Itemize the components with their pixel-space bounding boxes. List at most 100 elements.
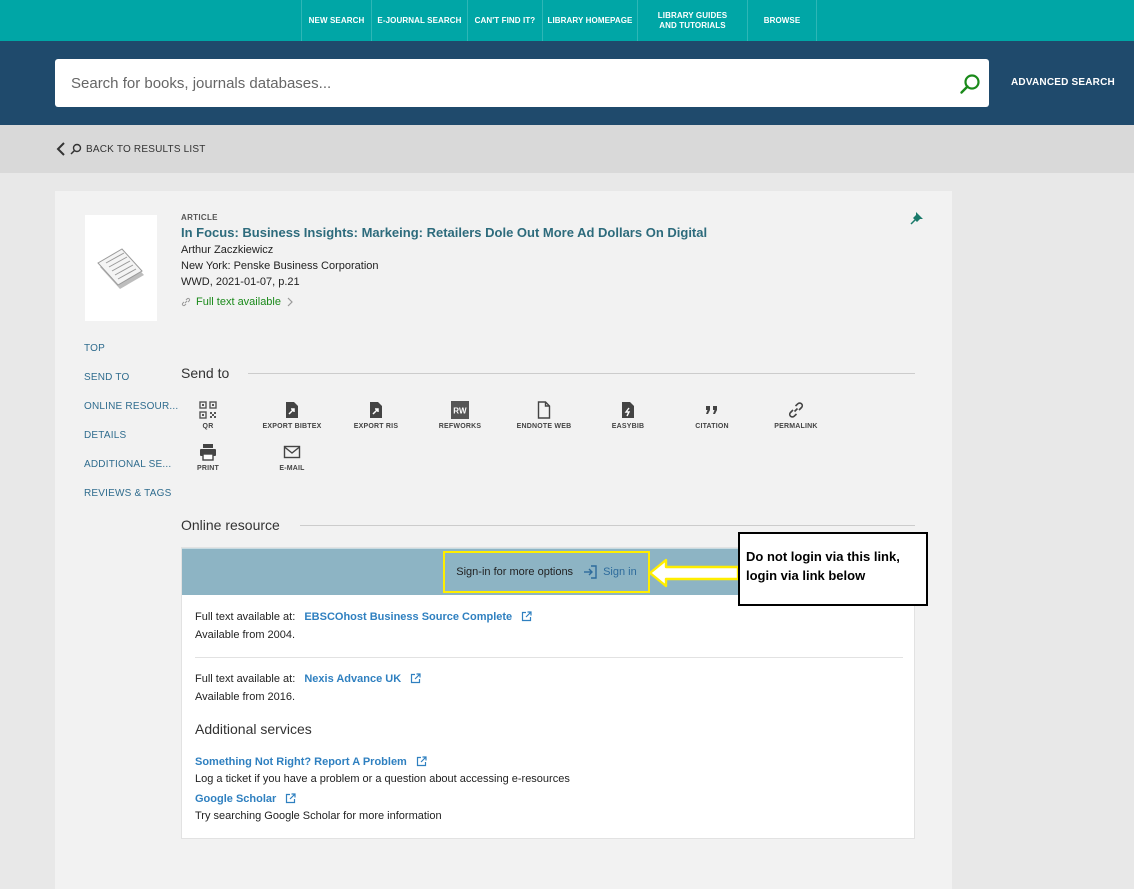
send-refworks-label: REFWORKS	[438, 423, 482, 430]
back-label: BACK TO RESULTS LIST	[86, 143, 206, 155]
resource-divider	[195, 657, 903, 658]
file-export-icon	[370, 402, 382, 418]
send-endnote-web-label: ENDNOTE WEB	[516, 423, 572, 430]
online-resource-title: Online resource	[181, 517, 280, 533]
nav-cant-find-it[interactable]: CAN'T FIND IT?	[467, 0, 542, 41]
signin-link-label: Sign in	[603, 566, 637, 578]
printer-icon	[200, 444, 216, 461]
advanced-search-link[interactable]: ADVANCED SEARCH	[1011, 77, 1115, 88]
record-thumbnail	[85, 215, 157, 321]
nav-new-search[interactable]: NEW SEARCH	[301, 0, 371, 41]
nav-library-guides[interactable]: LIBRARY GUIDES AND TUTORIALS	[637, 0, 747, 41]
envelope-icon	[283, 445, 301, 459]
resource-item: Full text available at: EBSCOhost Busine…	[195, 611, 532, 641]
service-item: Google Scholar Try searching Google Scho…	[195, 793, 442, 822]
send-easybib-label: EASYBIB	[611, 423, 645, 430]
back-bar: BACK TO RESULTS LIST	[0, 125, 1134, 173]
signin-prompt: Sign-in for more options	[456, 566, 574, 578]
send-refworks-button[interactable]: RW REFWORKS	[418, 401, 502, 430]
send-email-label: E-MAIL	[279, 465, 305, 472]
service-description: Log a ticket if you have a problem or a …	[195, 773, 570, 785]
easybib-icon	[622, 402, 634, 418]
send-permalink-label: PERMALINK	[774, 423, 818, 430]
chevron-left-icon	[56, 142, 65, 156]
search-icon[interactable]	[959, 73, 981, 95]
refworks-icon: RW	[451, 401, 469, 419]
search-input[interactable]	[71, 59, 931, 107]
file-icon	[537, 401, 551, 419]
resource-link-ebsco[interactable]: EBSCOhost Business Source Complete	[304, 611, 512, 623]
resource-link-nexis[interactable]: Nexis Advance UK	[304, 673, 401, 685]
external-link-icon	[411, 673, 421, 684]
external-link-icon	[286, 793, 296, 804]
external-link-icon	[416, 756, 427, 767]
external-link-icon	[522, 611, 532, 622]
service-item: Something Not Right? Report A Problem Lo…	[195, 756, 570, 785]
online-resource-rule	[300, 525, 915, 526]
svg-text:RW: RW	[453, 407, 467, 416]
search-band: ADVANCED SEARCH	[0, 41, 1134, 125]
send-print-button[interactable]: PRINT	[166, 443, 250, 472]
send-export-ris-button[interactable]: EXPORT RIS	[334, 401, 418, 430]
signin-link[interactable]: Sign in	[583, 565, 637, 579]
resource-item: Full text available at: Nexis Advance UK…	[195, 673, 421, 703]
chevron-right-icon	[287, 297, 293, 307]
resource-label: Full text available at:	[195, 673, 296, 685]
nav-library-homepage[interactable]: LIBRARY HOMEPAGE	[542, 0, 637, 41]
google-scholar-link[interactable]: Google Scholar	[195, 793, 276, 805]
send-print-label: PRINT	[197, 465, 219, 472]
resource-availability: Available from 2016.	[195, 691, 296, 703]
callout-line1: Do not login via this link,	[746, 549, 900, 564]
signin-highlight: Sign-in for more options Sign in	[443, 551, 650, 593]
send-qr-label: QR	[202, 423, 214, 430]
search-icon	[70, 143, 82, 155]
quote-icon	[706, 406, 717, 414]
pin-icon[interactable]	[910, 211, 924, 225]
record-details: ARTICLE In Focus: Business Insights: Mar…	[181, 213, 707, 308]
record-author: Arthur Zaczkiewicz	[181, 244, 274, 256]
sidenav-send-to[interactable]: SEND TO	[84, 372, 178, 401]
nav-browse[interactable]: BROWSE	[747, 0, 817, 41]
resource-label: Full text available at:	[195, 611, 296, 623]
search-box	[55, 59, 989, 107]
send-endnote-web-button[interactable]: ENDNOTE WEB	[502, 401, 586, 430]
service-description: Try searching Google Scholar for more in…	[195, 810, 442, 822]
send-citation-button[interactable]: CITATION	[670, 401, 754, 430]
annotation-callout: Do not login via this link, login via li…	[738, 532, 928, 606]
file-export-icon	[286, 402, 298, 418]
send-easybib-button[interactable]: EASYBIB	[586, 401, 670, 430]
sidenav-top[interactable]: TOP	[84, 343, 178, 372]
sidenav-details[interactable]: DETAILS	[84, 430, 178, 459]
report-problem-link[interactable]: Something Not Right? Report A Problem	[195, 756, 407, 768]
callout-line2: login via link below	[746, 568, 866, 583]
send-export-ris-label: EXPORT RIS	[353, 423, 399, 430]
resource-availability: Available from 2004.	[195, 629, 296, 641]
send-export-bibtex-label: EXPORT BIBTEX	[262, 423, 322, 430]
record-type: ARTICLE	[181, 213, 218, 222]
additional-services-title: Additional services	[195, 721, 312, 737]
fulltext-label: Full text available	[196, 296, 281, 308]
link-icon	[788, 402, 804, 418]
qr-code-icon	[199, 401, 217, 419]
sidenav-online-resource[interactable]: ONLINE RESOUR...	[84, 401, 178, 430]
send-permalink-button[interactable]: PERMALINK	[754, 401, 838, 430]
send-to-rule	[248, 373, 915, 374]
top-navigation: NEW SEARCH E-JOURNAL SEARCH CAN'T FIND I…	[0, 0, 1134, 41]
sidenav-reviews-tags[interactable]: REVIEWS & TAGS	[84, 488, 178, 517]
record-title[interactable]: In Focus: Business Insights: Markeing: R…	[181, 225, 707, 240]
section-nav: TOP SEND TO ONLINE RESOUR... DETAILS ADD…	[84, 343, 178, 517]
send-to-title: Send to	[181, 365, 230, 381]
send-export-bibtex-button[interactable]: EXPORT BIBTEX	[250, 401, 334, 430]
send-qr-button[interactable]: QR	[166, 401, 250, 430]
sidenav-additional-services[interactable]: ADDITIONAL SE...	[84, 459, 178, 488]
send-citation-label: CITATION	[695, 423, 729, 430]
fulltext-link[interactable]: Full text available	[181, 296, 707, 308]
back-to-results-link[interactable]: BACK TO RESULTS LIST	[56, 141, 206, 157]
nav-ejournal-search[interactable]: E-JOURNAL SEARCH	[371, 0, 467, 41]
link-icon	[181, 297, 191, 307]
annotation-arrow	[648, 558, 740, 588]
document-icon	[97, 248, 144, 289]
record-publisher: New York: Penske Business Corporation	[181, 260, 379, 272]
send-email-button[interactable]: E-MAIL	[250, 443, 334, 472]
record-source: WWD, 2021-01-07, p.21	[181, 276, 300, 288]
